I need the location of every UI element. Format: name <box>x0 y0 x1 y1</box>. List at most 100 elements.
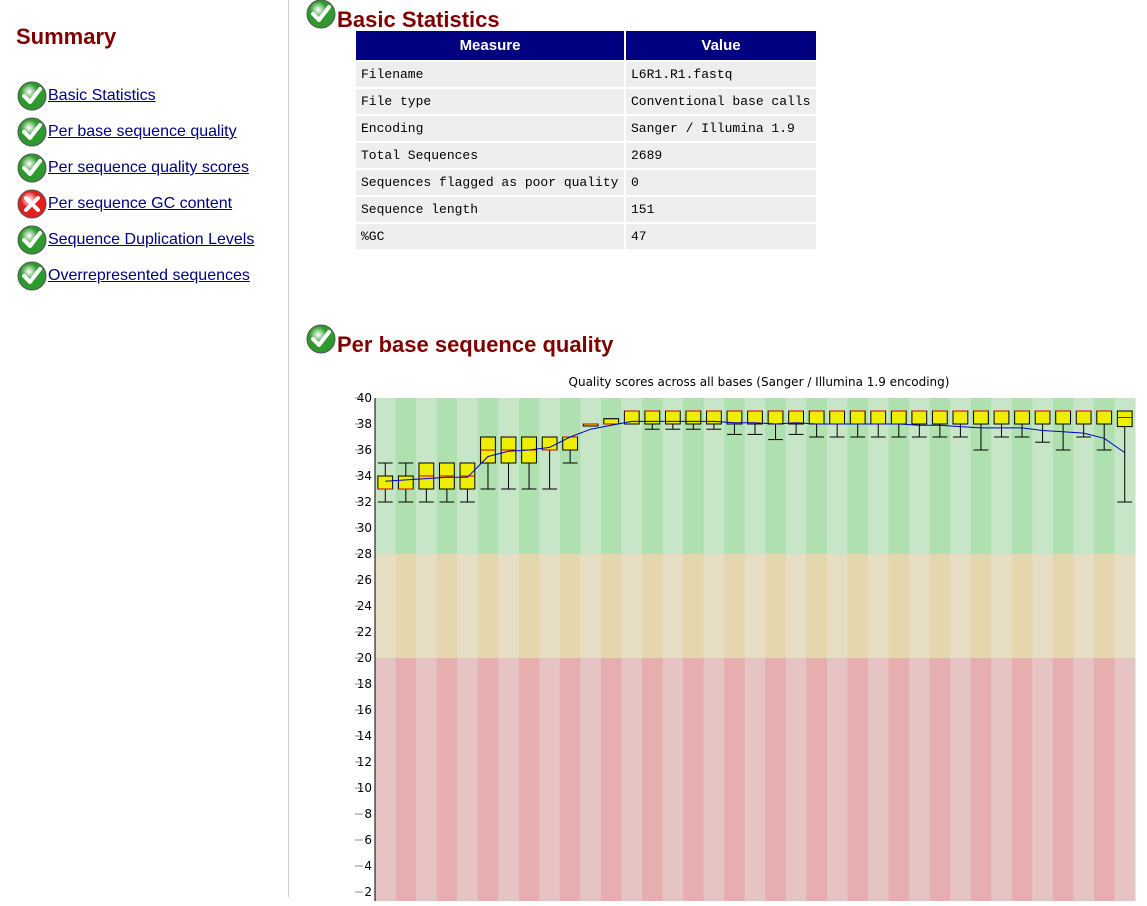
quality-zone-poor <box>642 658 664 901</box>
summary-item-basic-statistics[interactable]: Basic Statistics <box>16 78 254 114</box>
quality-zone-reasonable <box>559 554 581 658</box>
measure-cell: Sequences flagged as poor quality <box>356 170 624 195</box>
quality-zone-reasonable <box>867 554 890 658</box>
measure-cell: File type <box>356 89 624 114</box>
quality-zone-poor <box>970 658 992 901</box>
summary-item-duplication[interactable]: Sequence Duplication Levels <box>16 222 254 258</box>
quality-zone-reasonable <box>847 554 869 658</box>
summary-item-per-sequence-quality[interactable]: Per sequence quality scores <box>16 150 254 186</box>
quality-zone-poor <box>991 658 1013 901</box>
per-base-quality-title: Per base sequence quality <box>337 332 614 357</box>
value-cell: 0 <box>626 170 816 195</box>
quality-zone-reasonable <box>950 554 972 658</box>
quality-chart: 2 4 6 8 10 12 14 16 18 20 22 24 26 28 30 32 34 36 38 40 Qual… <box>289 370 1147 906</box>
quality-zone-poor <box>416 658 438 901</box>
summary-link[interactable]: Basic Statistics <box>48 87 156 105</box>
quality-zone-poor <box>457 658 479 901</box>
quality-zone-reasonable <box>580 554 602 658</box>
quality-zone-poor <box>436 658 458 901</box>
summary-link[interactable]: Per sequence quality scores <box>48 159 249 177</box>
quality-zone-poor <box>498 658 520 901</box>
summary-item-per-base-quality[interactable]: Per base sequence quality <box>16 114 254 150</box>
pass-tick-icon <box>17 117 47 147</box>
quality-zone-reasonable <box>991 554 1013 658</box>
value-cell: Conventional base calls <box>626 89 816 114</box>
quality-zone-poor <box>703 658 725 901</box>
quality-zone-poor <box>600 658 622 901</box>
y-tick-label: 8 <box>364 807 372 821</box>
quality-zone-poor <box>744 658 766 901</box>
pass-tick-icon <box>17 261 47 291</box>
quality-zone-reasonable <box>1093 554 1115 658</box>
box <box>911 410 928 425</box>
quality-zone-reasonable <box>436 554 458 658</box>
column-header-value: Value <box>626 31 816 60</box>
pass-tick-icon <box>306 0 336 28</box>
summary-item-overrepresented[interactable]: Overrepresented sequences <box>16 258 254 294</box>
box <box>1034 410 1051 425</box>
quality-zone-poor <box>1052 658 1074 901</box>
quality-zone-reasonable <box>1052 554 1074 658</box>
quality-zone-poor <box>724 658 746 901</box>
quality-zone-poor <box>559 658 581 901</box>
quality-zone-reasonable <box>1114 554 1136 658</box>
box <box>562 436 579 451</box>
box <box>788 410 804 425</box>
box <box>397 475 414 490</box>
quality-zone-reasonable <box>375 554 397 658</box>
quality-zone-reasonable <box>1032 554 1054 658</box>
quality-zone-poor <box>867 658 890 901</box>
quality-zone-reasonable <box>642 554 664 658</box>
summary-item-gc-content[interactable]: Per sequence GC content <box>16 186 254 222</box>
box <box>603 418 620 425</box>
quality-zone-poor <box>1114 658 1136 901</box>
box <box>931 410 948 425</box>
quality-zone-reasonable <box>909 554 931 658</box>
summary-link[interactable]: Per sequence GC content <box>48 195 232 213</box>
box <box>808 410 825 425</box>
summary-link[interactable]: Overrepresented sequences <box>48 267 250 285</box>
summary-link[interactable]: Sequence Duplication Levels <box>48 231 254 249</box>
box <box>1096 410 1113 425</box>
quality-zone-poor <box>1073 658 1095 901</box>
quality-zone-poor <box>847 658 869 901</box>
quality-zone-poor <box>888 658 910 901</box>
quality-zone-poor <box>477 658 499 901</box>
pass-tick-icon <box>17 153 47 183</box>
box <box>664 410 681 425</box>
quality-zone-reasonable <box>888 554 910 658</box>
quality-zone-poor <box>621 658 643 901</box>
box <box>952 410 969 425</box>
quality-zone-poor <box>806 658 828 901</box>
quality-zone-poor <box>1093 658 1115 901</box>
quality-zone-poor <box>518 658 540 901</box>
box <box>890 410 907 425</box>
box <box>1075 410 1092 425</box>
quality-zone-reasonable <box>929 554 951 658</box>
quality-zone-poor <box>1032 658 1054 901</box>
quality-zone-reasonable <box>477 554 499 658</box>
quality-zone-poor <box>826 658 848 901</box>
quality-zone-poor <box>950 658 972 901</box>
quality-zone-poor <box>375 658 397 901</box>
quality-zone-poor <box>662 658 684 901</box>
box <box>747 410 763 425</box>
quality-zone-reasonable <box>498 554 520 658</box>
box <box>377 475 394 490</box>
table-row: File type Conventional base calls <box>356 89 816 114</box>
quality-zone-poor <box>580 658 602 901</box>
quality-zone-reasonable <box>785 554 807 658</box>
fail-cross-icon <box>17 189 47 219</box>
table-row: Sequences flagged as poor quality 0 <box>356 170 816 195</box>
quality-zone-poor <box>395 658 417 901</box>
measure-cell: Total Sequences <box>356 143 624 168</box>
quality-zone-reasonable <box>600 554 622 658</box>
summary-link[interactable]: Per base sequence quality <box>48 123 237 141</box>
value-cell: L6R1.R1.fastq <box>626 62 816 87</box>
table-row: Total Sequences 2689 <box>356 143 816 168</box>
quality-zone-good <box>580 398 602 554</box>
box <box>767 410 784 425</box>
quality-zone-reasonable <box>395 554 417 658</box>
quality-zone-poor <box>1011 658 1033 901</box>
quality-zone-reasonable <box>621 554 643 658</box>
